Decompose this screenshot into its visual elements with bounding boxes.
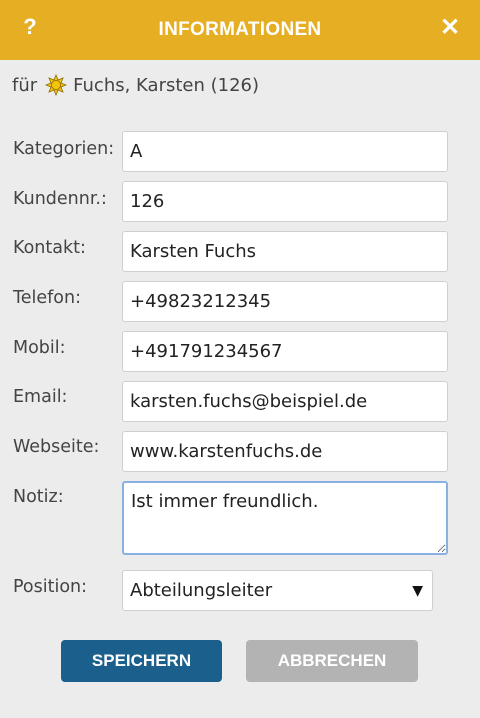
dialog-titlebar: ? INFORMATIONEN ✕ <box>0 0 480 60</box>
webseite-input[interactable] <box>122 431 448 472</box>
webseite-label: Webseite: <box>13 437 100 457</box>
customer-prefix: für <box>12 74 38 96</box>
dropdown-arrow-icon: ▼ <box>412 582 423 599</box>
telefon-label: Telefon: <box>13 288 81 308</box>
kategorien-input[interactable] <box>122 131 448 172</box>
help-button[interactable]: ? <box>18 14 42 40</box>
position-label: Position: <box>13 577 88 597</box>
kategorien-label: Kategorien: <box>13 139 115 159</box>
kontakt-label: Kontakt: <box>13 238 86 258</box>
email-input[interactable] <box>122 381 448 422</box>
kontakt-input[interactable] <box>122 231 448 272</box>
kundennr-label: Kundennr.: <box>13 189 107 209</box>
kundennr-input[interactable] <box>122 181 448 222</box>
customer-name: Fuchs, Karsten (126) <box>73 74 260 96</box>
mobil-label: Mobil: <box>13 338 66 358</box>
sun-icon <box>45 73 68 97</box>
notiz-label: Notiz: <box>13 487 64 507</box>
mobil-input[interactable] <box>122 331 448 372</box>
telefon-input[interactable] <box>122 281 448 322</box>
cancel-button[interactable]: ABBRECHEN <box>246 640 418 682</box>
position-select[interactable]: Abteilungsleiter ▼ <box>122 570 433 611</box>
notiz-textarea[interactable]: Ist immer freundlich. <box>122 481 448 555</box>
position-selected-value: Abteilungsleiter <box>130 580 273 601</box>
customer-line: für Fuchs, Karsten (126) <box>12 73 260 97</box>
dialog-title: INFORMATIONEN <box>158 19 322 40</box>
email-label: Email: <box>13 387 68 407</box>
save-button[interactable]: SPEICHERN <box>61 640 222 682</box>
close-button[interactable]: ✕ <box>436 13 464 42</box>
